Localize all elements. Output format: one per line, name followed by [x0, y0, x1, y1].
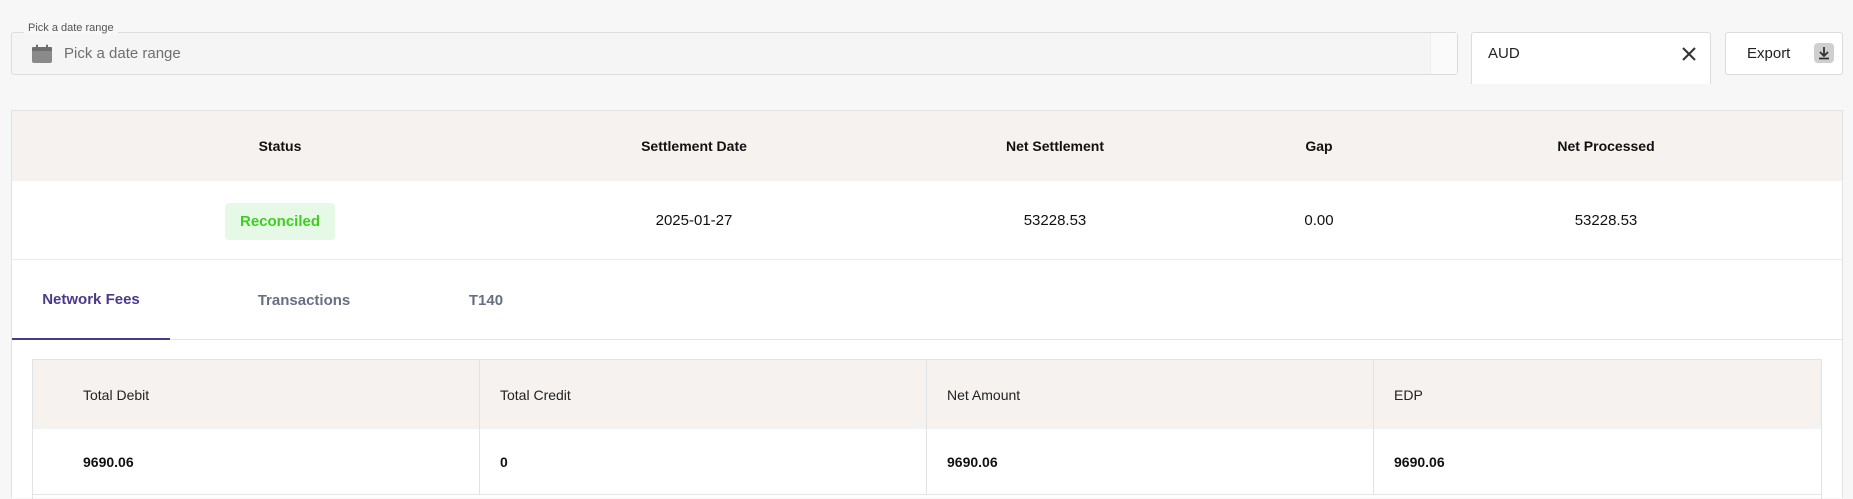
summary-row: Reconciled 2025-01-27 53228.53 0.00 5322… [12, 181, 1842, 260]
header-total-debit: Total Debit [33, 360, 480, 429]
header-net-amount: Net Amount [927, 360, 1374, 429]
header-net-processed: Net Processed [1557, 138, 1655, 154]
close-icon[interactable] [1678, 43, 1700, 65]
gap-value: 0.00 [1304, 211, 1334, 229]
currency-select[interactable]: AUD [1471, 32, 1711, 84]
header-edp: EDP [1394, 386, 1423, 403]
tab-transactions[interactable]: Transactions [236, 261, 372, 340]
edp-value: 9690.06 [1394, 453, 1445, 470]
date-range-picker[interactable]: Pick a date range [11, 32, 1458, 75]
header-settlement-date: Settlement Date [641, 138, 747, 154]
tab-bar: Network Fees Transactions T140 [12, 261, 1842, 340]
currency-value: AUD [1488, 45, 1520, 62]
net-settlement-value: 53228.53 [1023, 211, 1087, 229]
tab-t140[interactable]: T140 [456, 261, 516, 340]
table-row: 9690.06 0 9690.06 9690.06 [33, 429, 1821, 495]
total-debit-value: 9690.06 [33, 429, 480, 494]
fees-table-header: Total Debit Total Credit Net Amount EDP [33, 360, 1821, 429]
network-fees-table: Total Debit Total Credit Net Amount EDP … [32, 359, 1822, 499]
tab-network-fees[interactable]: Network Fees [12, 261, 170, 340]
date-field-end-adornment [1430, 33, 1457, 74]
status-cell: Reconciled [12, 181, 548, 259]
date-range-label: Pick a date range [24, 21, 118, 35]
download-icon [1814, 43, 1834, 63]
date-range-placeholder[interactable]: Pick a date range [64, 45, 181, 62]
net-amount-value: 9690.06 [927, 429, 1374, 494]
export-button[interactable]: Export [1725, 32, 1843, 75]
status-badge: Reconciled [224, 202, 336, 240]
settlement-panel: Status Settlement Date Net Settlement Ga… [11, 110, 1843, 499]
export-label: Export [1747, 45, 1791, 62]
header-total-credit: Total Credit [480, 360, 927, 429]
summary-header: Status Settlement Date Net Settlement Ga… [12, 111, 1842, 181]
net-processed-value: 53228.53 [1574, 211, 1638, 229]
header-gap: Gap [1305, 138, 1333, 154]
header-net-settlement: Net Settlement [1005, 138, 1105, 154]
settlement-date-value: 2025-01-27 [655, 211, 733, 229]
total-credit-value: 0 [480, 429, 927, 494]
header-status: Status [258, 138, 302, 154]
calendar-icon[interactable] [31, 44, 53, 64]
